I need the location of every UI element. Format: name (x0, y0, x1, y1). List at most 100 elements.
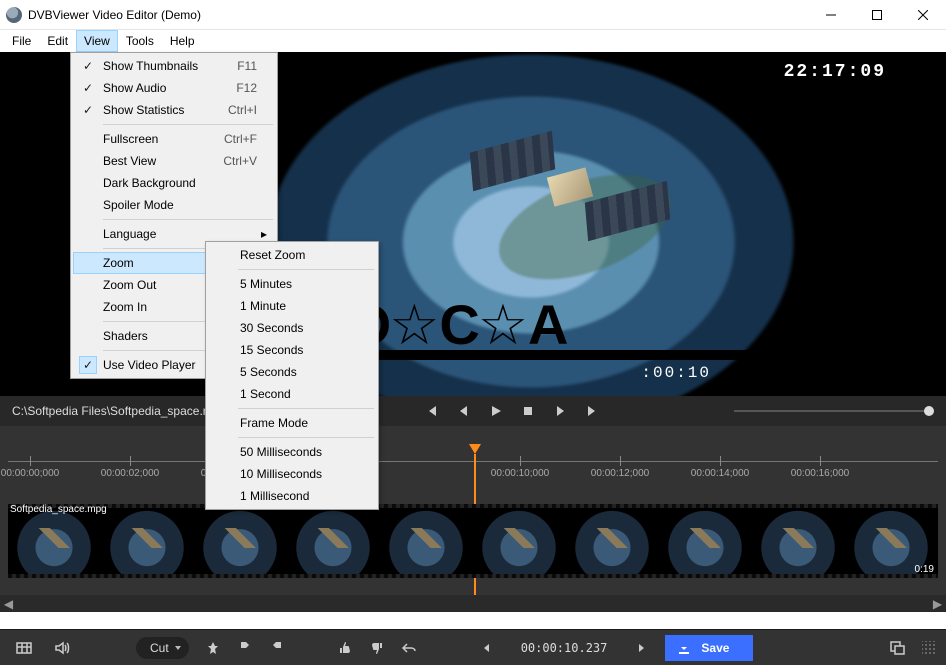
clip-name-label: Softpedia_space.mpg (10, 504, 107, 515)
mark-in-button[interactable] (231, 636, 259, 660)
thumbnail[interactable] (287, 508, 380, 574)
thumbnail[interactable] (473, 508, 566, 574)
scroll-right-icon[interactable]: ▶ (929, 595, 946, 612)
timeline-area: 00:00:00;000 00:00:02;000 00:00:04;000 0… (0, 426, 946, 612)
zoom-30-seconds[interactable]: 30 Seconds (208, 317, 376, 339)
filepath-bar: C:\Softpedia Files\Softpedia_space.mpg (0, 396, 946, 426)
timecode-display[interactable]: 00:00:10.237 (511, 641, 618, 655)
thumbnail[interactable] (659, 508, 752, 574)
step-back-button[interactable] (473, 636, 501, 660)
play-button[interactable] (482, 400, 510, 422)
minimize-button[interactable] (808, 0, 854, 30)
undo-button[interactable] (395, 636, 423, 660)
menuitem-show-thumbnails[interactable]: ✓Show ThumbnailsF11 (73, 55, 275, 77)
pin-button[interactable] (199, 636, 227, 660)
cut-label: Cut (150, 641, 169, 655)
ruler-label: 00:00:00;000 (1, 468, 59, 479)
menu-tools[interactable]: Tools (118, 30, 162, 52)
menu-view[interactable]: View (76, 30, 118, 52)
skip-forward-button[interactable] (578, 400, 606, 422)
zoom-15-seconds[interactable]: 15 Seconds (208, 339, 376, 361)
check-icon: ✓ (79, 356, 97, 374)
layout-toggle-button[interactable] (884, 636, 912, 660)
menu-separator (103, 219, 273, 220)
zoom-submenu: Reset Zoom 5 Minutes 1 Minute 30 Seconds… (205, 241, 379, 510)
menuitem-dark-background[interactable]: Dark Background (73, 172, 275, 194)
ruler-label: 00:00:14;000 (691, 468, 749, 479)
thumbs-up-button[interactable] (331, 636, 359, 660)
check-icon: ✓ (79, 81, 97, 95)
maximize-button[interactable] (854, 0, 900, 30)
step-forward-button[interactable] (627, 636, 655, 660)
zoom-frame-mode[interactable]: Frame Mode (208, 412, 376, 434)
thumbnail[interactable] (8, 508, 101, 574)
scroll-left-icon[interactable]: ◀ (0, 595, 17, 612)
thumbnail[interactable] (380, 508, 473, 574)
ruler-label: 00:00:10;000 (491, 468, 549, 479)
menuitem-show-audio[interactable]: ✓Show AudioF12 (73, 77, 275, 99)
save-button[interactable]: Save (665, 635, 753, 661)
thumbnail[interactable] (566, 508, 659, 574)
thumbnail[interactable] (194, 508, 287, 574)
thumbnail[interactable] (752, 508, 845, 574)
thumbs-down-button[interactable] (363, 636, 391, 660)
overlay-timecode-top: 22:17:09 (784, 62, 886, 82)
menuitem-show-statistics[interactable]: ✓Show StatisticsCtrl+I (73, 99, 275, 121)
thumbnails-toggle-button[interactable] (10, 636, 38, 660)
menuitem-fullscreen[interactable]: FullscreenCtrl+F (73, 128, 275, 150)
menu-file[interactable]: File (4, 30, 39, 52)
zoom-1-second[interactable]: 1 Second (208, 383, 376, 405)
thumbnail-strip[interactable] (8, 504, 938, 578)
playhead-marker-icon[interactable] (469, 444, 481, 454)
transport-controls (418, 400, 606, 422)
thumbnail[interactable] (101, 508, 194, 574)
zoom-5-seconds[interactable]: 5 Seconds (208, 361, 376, 383)
zoom-10-ms[interactable]: 10 Milliseconds (208, 463, 376, 485)
save-label: Save (701, 641, 729, 655)
menu-help[interactable]: Help (162, 30, 203, 52)
menu-separator (238, 269, 374, 270)
menu-edit[interactable]: Edit (39, 30, 76, 52)
bottom-toolbar: Cut 00:00:10.237 Save (0, 629, 946, 665)
zoom-50-ms[interactable]: 50 Milliseconds (208, 441, 376, 463)
audio-toggle-button[interactable] (48, 636, 76, 660)
zoom-1-minute[interactable]: 1 Minute (208, 295, 376, 317)
video-content-satellite (470, 132, 670, 242)
star-icon: ☆ (478, 297, 528, 353)
ruler-label: 00:00:12;000 (591, 468, 649, 479)
check-icon: ✓ (79, 103, 97, 117)
star-icon: ☆ (389, 297, 439, 353)
zoom-reset[interactable]: Reset Zoom (208, 244, 376, 266)
clip-duration-label: 0:19 (915, 564, 934, 575)
menu-separator (103, 124, 273, 125)
ruler-label: 00:00:02;000 (101, 468, 159, 479)
prev-frame-button[interactable] (450, 400, 478, 422)
zoom-1-ms[interactable]: 1 Millisecond (208, 485, 376, 507)
menuitem-spoiler-mode[interactable]: Spoiler Mode (73, 194, 275, 216)
mark-out-button[interactable] (263, 636, 291, 660)
next-frame-button[interactable] (546, 400, 574, 422)
app-icon (6, 7, 22, 23)
menuitem-best-view[interactable]: Best ViewCtrl+V (73, 150, 275, 172)
window-title: DVBViewer Video Editor (Demo) (28, 8, 808, 22)
seek-slider[interactable] (734, 406, 934, 416)
seek-thumb[interactable] (924, 406, 934, 416)
ruler-label: 00:00:16;000 (791, 468, 849, 479)
cut-mode-dropdown[interactable]: Cut (136, 637, 189, 659)
menu-bar: File Edit View Tools Help ✓Show Thumbnai… (0, 30, 946, 52)
skip-back-button[interactable] (418, 400, 446, 422)
title-bar: DVBViewer Video Editor (Demo) (0, 0, 946, 30)
file-path-label: C:\Softpedia Files\Softpedia_space.mpg (12, 404, 226, 418)
menu-separator (238, 437, 374, 438)
resize-grip-icon[interactable] (922, 641, 936, 655)
timeline-ruler[interactable]: 00:00:00;000 00:00:02;000 00:00:04;000 0… (0, 450, 946, 480)
zoom-5-minutes[interactable]: 5 Minutes (208, 273, 376, 295)
horizontal-scrollbar[interactable]: ◀ ▶ (0, 595, 946, 612)
export-icon (677, 641, 691, 655)
close-button[interactable] (900, 0, 946, 30)
submenu-arrow-icon: ▸ (261, 227, 267, 241)
menu-separator (238, 408, 374, 409)
stop-button[interactable] (514, 400, 542, 422)
check-icon: ✓ (79, 59, 97, 73)
overlay-timecode-bottom: :00:10 (641, 364, 711, 382)
